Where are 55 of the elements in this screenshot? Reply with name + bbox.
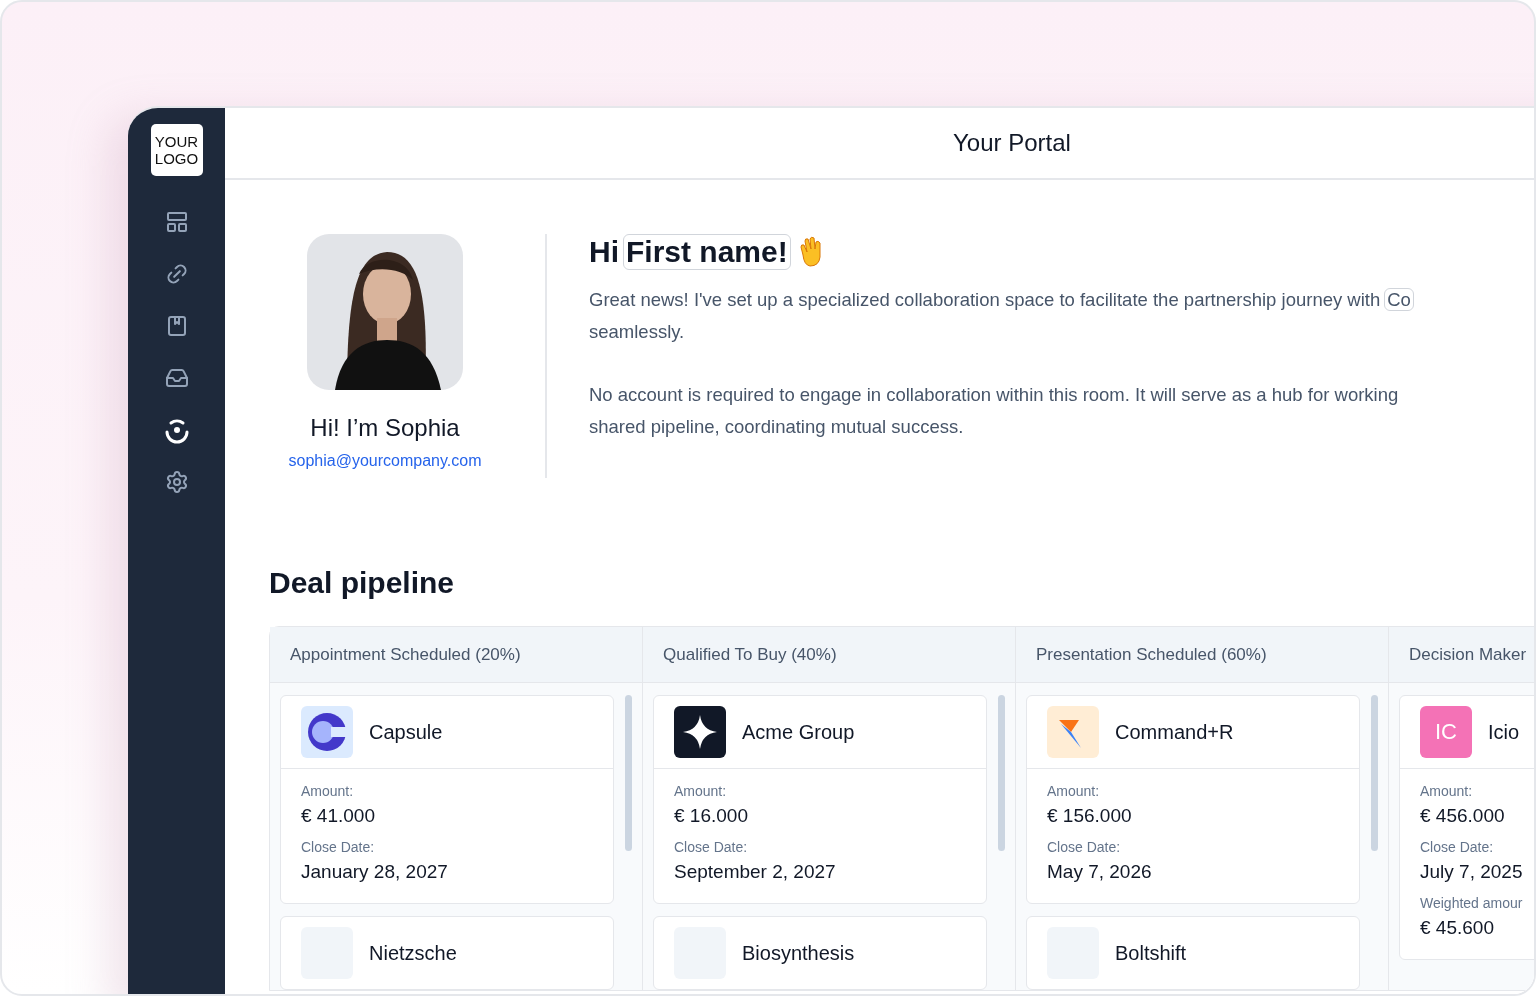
message-text: Great news! I've set up a specialized collaboration space to facilitate the partnership journey with Co seamlessly. [589,284,1414,348]
logo: YOUR LOGO [150,124,203,176]
deal-card[interactable]: IC Icio Amount: € 456.000 Close Date: July 7, 2025 Weighted amour € 45.600 [1399,695,1534,960]
company-initials: IC [1420,706,1472,758]
section-title: Deal pipeline [269,566,456,600]
deal-card[interactable]: Acme Group Amount: € 16.000 Close Date: September 2, 2027 [653,695,987,904]
column-header: Appointment Scheduled (20%) [270,627,642,683]
field-value: € 156.000 [1047,805,1133,827]
page-title: Your Portal [953,129,1071,157]
field-value: € 456.000 [1420,805,1506,827]
company-name: Nietzsche [369,941,457,965]
field-value: July 7, 2025 [1420,861,1524,883]
settings-icon [164,470,189,494]
logo-icon [301,706,353,758]
field-label: Amount: [674,783,728,799]
field-value: May 7, 2026 [1047,861,1153,883]
deal-card[interactable]: Boltshift [1026,916,1360,990]
scrollbar[interactable] [998,695,1005,851]
deal-card[interactable]: Command+R Amount: € 156.000 Close Date: May 7, 2026 [1026,695,1360,904]
deal-card[interactable]: Capsule Amount: € 41.000 Close Date: January 28, 2027 [280,695,614,904]
company-name: Icio [1488,720,1520,744]
message-text: No account is required to engage in collaboration within this room. It will serve as a hub for working shared pipeline, coordinating mutual success. [589,383,1400,439]
company-name: Boltshift [1115,941,1187,965]
deal-card[interactable]: Nietzsche [280,916,614,990]
field-label: Close Date: [301,839,376,855]
company-name: Capsule [369,720,443,744]
profile-name: Hi! I’m Sophia [310,414,460,442]
field-label: Close Date: [674,839,749,855]
email-link[interactable]: sophia@yourcompany.com [288,452,482,470]
name-field: First name! [623,234,791,270]
greeting: Hi [589,235,619,269]
field-value: September 2, 2027 [674,861,837,883]
column-header: Presentation Scheduled (60%) [1016,627,1388,683]
field-value: January 28, 2027 [301,861,449,883]
inbox-icon [164,366,189,390]
scrollbar[interactable] [1371,695,1378,851]
layout-icon [164,210,189,234]
company-name: Biosynthesis [742,941,855,965]
field-label: Amount: [1420,783,1474,799]
column-header: Qualified To Buy (40%) [643,627,1015,683]
column-header: Decision Maker [1389,627,1534,683]
field-label: Amount: [301,783,355,799]
deal-card[interactable]: Biosynthesis [653,916,987,990]
company-field: Co [1384,288,1414,311]
field-value: € 45.600 [1420,917,1495,939]
field-value: € 16.000 [674,805,749,827]
scrollbar[interactable] [625,695,632,851]
field-value: € 41.000 [301,805,376,827]
company-name: Acme Group [742,720,855,744]
field-label: Amount: [1047,783,1101,799]
field-label: Close Date: [1047,839,1122,855]
field-label: Weighted amour [1420,895,1524,911]
company-name: Command+R [1115,720,1234,744]
field-label: Close Date: [1420,839,1495,855]
logo-icon [1047,706,1099,758]
